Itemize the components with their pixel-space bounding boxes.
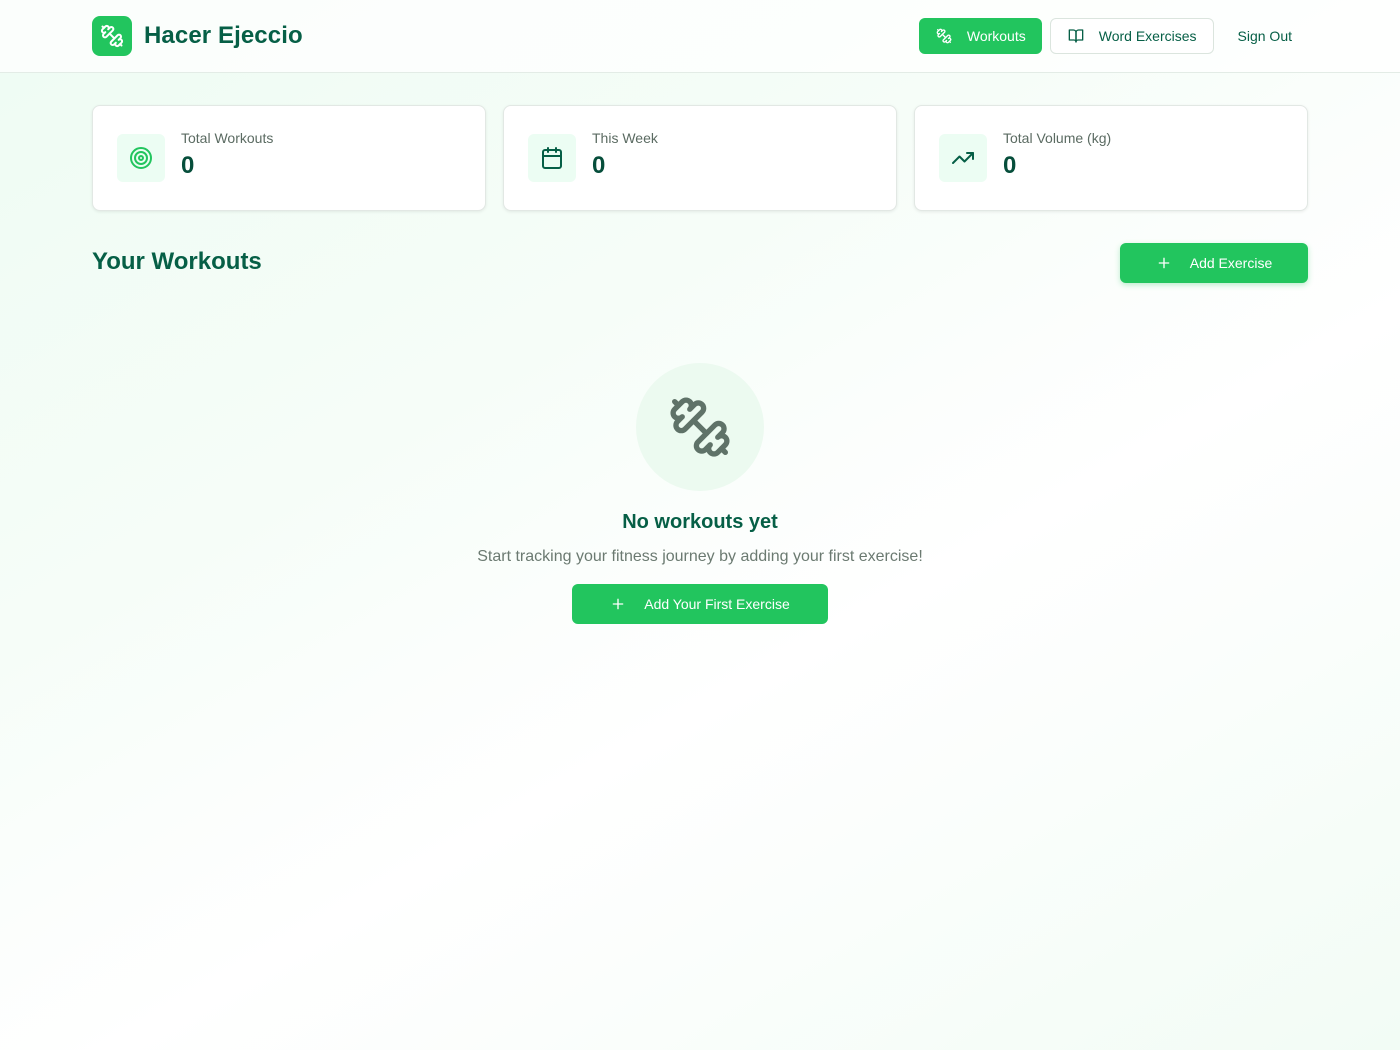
add-exercise-button[interactable]: Add Exercise [1120, 243, 1308, 283]
brand[interactable]: Hacer Ejeccio [92, 16, 303, 56]
calendar-icon [528, 134, 576, 182]
dumbbell-icon [935, 27, 953, 45]
nav-workouts-label: Workouts [966, 28, 1026, 44]
dumbbell-icon [92, 16, 132, 56]
section-title: Your Workouts [92, 248, 262, 275]
stat-label: Total Workouts [181, 130, 274, 146]
plus-icon [1156, 255, 1172, 271]
target-icon [117, 134, 165, 182]
stat-value: 0 [181, 152, 195, 179]
dumbbell-icon [636, 363, 764, 491]
stat-card-total-volume: Total Volume (kg) 0 [914, 105, 1308, 211]
nav-workouts-button[interactable]: Workouts [918, 18, 1042, 54]
empty-state: No workouts yet Start tracking your fitn… [0, 363, 1400, 624]
add-first-exercise-label: Add Your First Exercise [644, 596, 790, 612]
nav-word-exercises-label: Word Exercises [1098, 28, 1197, 44]
top-navigation-bar: Hacer Ejeccio Workouts Word Exercises Si… [0, 0, 1400, 73]
nav-word-exercises-button[interactable]: Word Exercises [1049, 18, 1214, 54]
stat-value: 0 [592, 152, 606, 179]
stat-card-this-week: This Week 0 [503, 105, 897, 211]
stat-label: Total Volume (kg) [1003, 130, 1112, 146]
sign-out-button[interactable]: Sign Out [1222, 18, 1308, 54]
stat-label: This Week [592, 130, 658, 146]
sign-out-label: Sign Out [1237, 28, 1292, 44]
add-exercise-label: Add Exercise [1189, 255, 1273, 271]
plus-icon [610, 596, 626, 612]
stats-row: Total Workouts 0 This Week 0 Total Volum… [92, 105, 1308, 211]
stat-value: 0 [1003, 152, 1017, 179]
main-nav: Workouts Word Exercises Sign Out [918, 18, 1308, 54]
add-first-exercise-button[interactable]: Add Your First Exercise [572, 584, 828, 624]
stat-card-total-workouts: Total Workouts 0 [92, 105, 486, 211]
app-title: Hacer Ejeccio [144, 22, 303, 49]
empty-state-title: No workouts yet [622, 511, 778, 533]
trending-up-icon [939, 134, 987, 182]
empty-state-subtitle: Start tracking your fitness journey by a… [477, 548, 923, 565]
book-open-icon [1067, 27, 1085, 45]
